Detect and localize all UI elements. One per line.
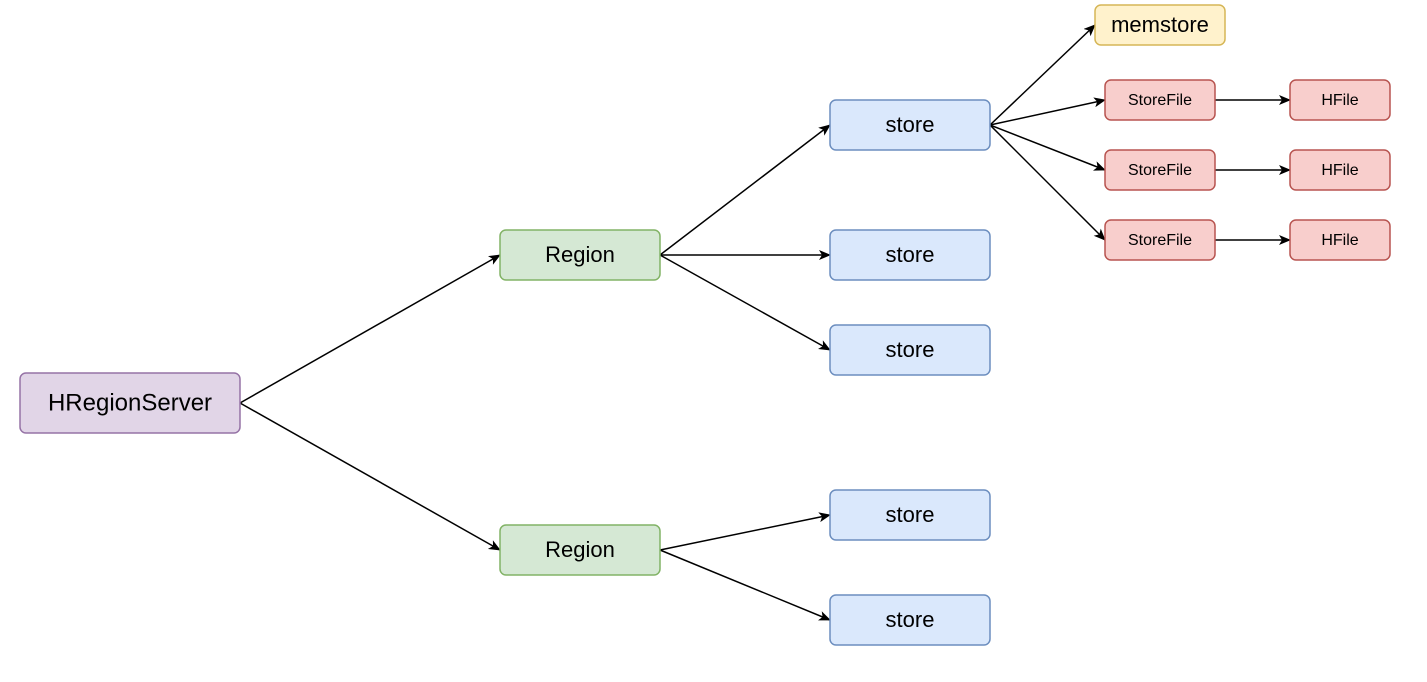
store2-label: store [886,242,935,267]
hfile2-node: HFile [1290,150,1390,190]
memstore-label: memstore [1111,12,1209,37]
store5-label: store [886,607,935,632]
hregionserver-node: HRegionServer [20,373,240,433]
storefile1-label: StoreFile [1128,92,1192,109]
hregionserver-label: HRegionServer [48,389,212,416]
region2-label: Region [545,537,615,562]
diagram-canvas: HRegionServer Region Region store store store… [0,0,1427,682]
edge-region1-store1 [660,125,830,255]
edge-store1-memstore [990,25,1095,125]
storefile3-label: StoreFile [1128,232,1192,249]
edge-store1-storefile2 [990,125,1105,170]
store3-node: store [830,325,990,375]
memstore-node: memstore [1095,5,1225,45]
store1-node: store [830,100,990,150]
storefile2-node: StoreFile [1105,150,1215,190]
store5-node: store [830,595,990,645]
store4-node: store [830,490,990,540]
storefile3-node: StoreFile [1105,220,1215,260]
hfile1-label: HFile [1321,92,1358,109]
hfile1-node: HFile [1290,80,1390,120]
storefile2-label: StoreFile [1128,162,1192,179]
store1-label: store [886,112,935,137]
edge-region1-store3 [660,255,830,350]
edge-region2-store5 [660,550,830,620]
region1-node: Region [500,230,660,280]
edge-store1-storefile3 [990,125,1105,240]
store3-label: store [886,337,935,362]
edge-store1-storefile1 [990,100,1105,125]
store2-node: store [830,230,990,280]
storefile1-node: StoreFile [1105,80,1215,120]
edge-hregionserver-region1 [240,255,500,403]
store4-label: store [886,502,935,527]
region2-node: Region [500,525,660,575]
edge-hregionserver-region2 [240,403,500,550]
region1-label: Region [545,242,615,267]
edge-region2-store4 [660,515,830,550]
hfile3-node: HFile [1290,220,1390,260]
hfile2-label: HFile [1321,162,1358,179]
hfile3-label: HFile [1321,232,1358,249]
